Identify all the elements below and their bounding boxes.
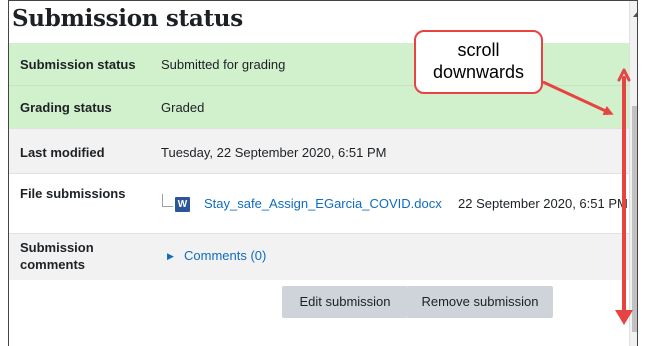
remove-submission-button[interactable]: Remove submission [407, 286, 553, 318]
action-buttons-row: Edit submission Remove submission [9, 280, 630, 346]
submission-status-panel: Submission status Submission status Subm… [8, 0, 638, 346]
file-date: 22 September 2020, 6:51 PM [458, 196, 628, 211]
row-label: Grading status [20, 100, 112, 115]
row-value: Graded [161, 100, 205, 115]
row-value: Submitted for grading [161, 57, 286, 72]
word-doc-icon: W [175, 197, 190, 212]
comments-link[interactable]: Comments (0) [184, 248, 266, 263]
scroll-thumb[interactable] [632, 106, 637, 332]
annotation-line-1: scroll [457, 40, 500, 60]
row-label: Submission comments [20, 240, 94, 272]
file-link[interactable]: Stay_safe_Assign_EGarcia_COVID.docx [204, 196, 442, 211]
row-value: Tuesday, 22 September 2020, 6:51 PM [161, 145, 387, 160]
row-label: Submission status [20, 57, 136, 72]
edit-submission-button[interactable]: Edit submission [282, 286, 408, 318]
caret-right-icon[interactable]: ▶ [167, 251, 174, 262]
vertical-scrollbar[interactable] [629, 1, 637, 346]
tree-line-icon [162, 194, 173, 207]
table-row-file-submissions: File submissions W Stay_safe_Assign_EGar… [9, 174, 630, 234]
annotation-callout: scroll downwards [414, 30, 543, 94]
row-label: Last modified [20, 145, 105, 160]
row-label: File submissions [20, 186, 126, 201]
scroll-up-arrow-icon[interactable] [633, 11, 637, 17]
table-row-submission-comments: Submission comments ▶ Comments (0) [9, 234, 630, 280]
table-row-last-modified: Last modified Tuesday, 22 September 2020… [9, 129, 630, 174]
section-title: Submission status [12, 5, 243, 32]
annotation-line-2: downwards [432, 62, 525, 82]
